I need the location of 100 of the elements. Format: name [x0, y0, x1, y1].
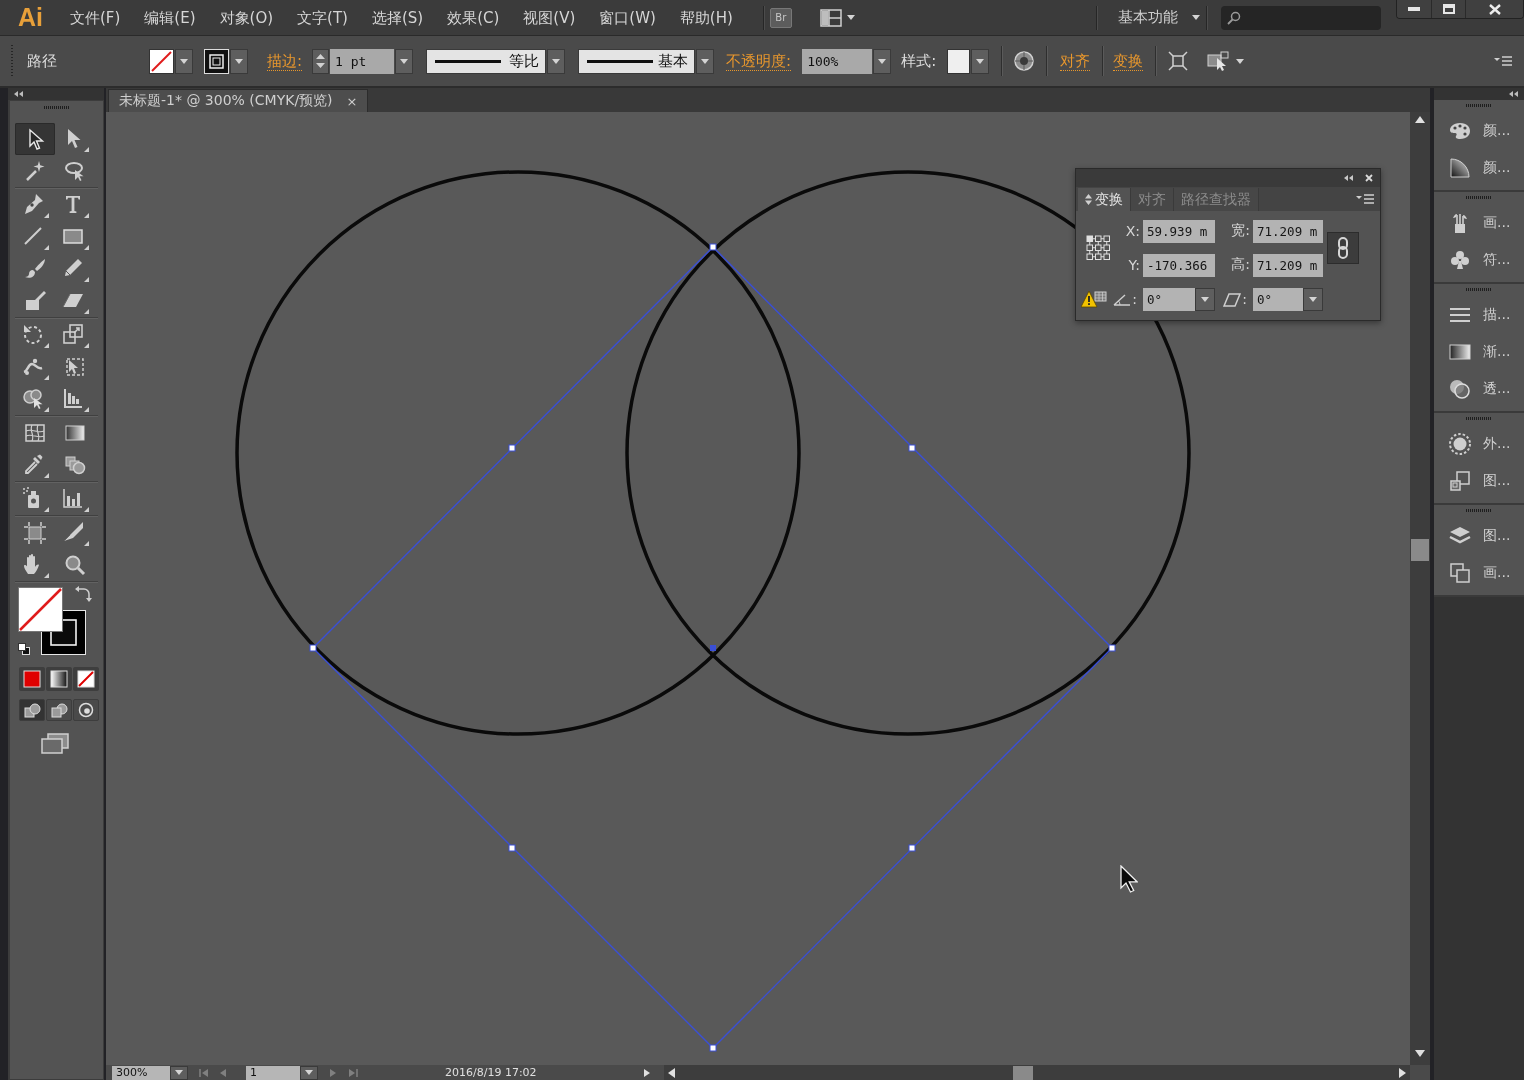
- zoom-field[interactable]: 300%: [112, 1065, 170, 1080]
- anchor-point[interactable]: [508, 444, 516, 452]
- grip-icon[interactable]: [1466, 288, 1492, 291]
- anchor-point[interactable]: [1108, 644, 1116, 652]
- down-arrow-icon[interactable]: [1415, 1050, 1425, 1057]
- dock-panel-button[interactable]: 画...: [1434, 204, 1524, 241]
- align-link[interactable]: 对齐: [1060, 51, 1091, 71]
- draw-mode-button[interactable]: [19, 699, 45, 721]
- menu-item[interactable]: 对象(O): [207, 3, 286, 32]
- stepper-button[interactable]: [312, 48, 330, 74]
- default-colors-icon[interactable]: [18, 643, 30, 655]
- dropdown-button[interactable]: [1303, 287, 1323, 311]
- menu-item[interactable]: 帮助(H): [667, 3, 745, 32]
- shear-angle-field[interactable]: 0°: [1253, 287, 1323, 311]
- tool-button[interactable]: [15, 123, 55, 155]
- brush-dropdown[interactable]: 基本: [578, 48, 696, 74]
- menu-item[interactable]: 编辑(E): [132, 3, 208, 32]
- stroke-link[interactable]: 描边:: [267, 51, 303, 71]
- document-tab[interactable]: 未标题-1* @ 300% (CMYK/预览) ×: [108, 89, 369, 112]
- opacity-field[interactable]: 100%: [802, 48, 873, 74]
- reference-point-grid-icon[interactable]: [1086, 235, 1110, 261]
- scrollbar-thumb[interactable]: [1411, 539, 1429, 561]
- dropdown-button[interactable]: [873, 48, 892, 74]
- up-arrow-icon[interactable]: [1415, 116, 1425, 123]
- transform-link[interactable]: 变换: [1113, 51, 1144, 71]
- close-tab-button[interactable]: ×: [346, 93, 358, 109]
- grip-icon[interactable]: [10, 45, 14, 77]
- dock-panel-button[interactable]: 颜...: [1434, 149, 1524, 186]
- anchor-point[interactable]: [709, 243, 717, 251]
- grip-icon[interactable]: [1466, 417, 1492, 420]
- close-icon[interactable]: [1365, 174, 1373, 182]
- value-field[interactable]: 71.209 m: [1253, 219, 1323, 243]
- dropdown-button[interactable]: [230, 48, 248, 74]
- minimize-button[interactable]: [1397, 0, 1431, 18]
- dropdown-button[interactable]: [547, 48, 566, 74]
- dock-panel-button[interactable]: 渐...: [1434, 333, 1524, 370]
- close-button[interactable]: [1465, 0, 1523, 18]
- dropdown-button[interactable]: [300, 1065, 318, 1080]
- stroke-swatch[interactable]: [204, 48, 229, 74]
- artboard-field[interactable]: 1: [246, 1065, 300, 1080]
- double-chevron-icon[interactable]: [1509, 91, 1518, 97]
- dropdown-button[interactable]: [1195, 287, 1215, 311]
- grip-icon[interactable]: [1466, 104, 1492, 107]
- fill-swatch[interactable]: [149, 48, 174, 74]
- menu-item[interactable]: 文字(T): [285, 3, 360, 32]
- dropdown-button[interactable]: [395, 48, 414, 74]
- menu-item[interactable]: 选择(S): [359, 3, 436, 32]
- dock-panel-button[interactable]: 符...: [1434, 241, 1524, 278]
- dock-panel-button[interactable]: 图...: [1434, 517, 1524, 554]
- dropdown-button[interactable]: [696, 48, 715, 74]
- opacity-link[interactable]: 不透明度:: [726, 51, 792, 71]
- width-profile-dropdown[interactable]: 等比: [426, 48, 547, 74]
- fill-swatch[interactable]: [18, 587, 63, 632]
- value-field[interactable]: 59.939 m: [1143, 219, 1215, 243]
- screen-mode-button[interactable]: [39, 732, 71, 756]
- workspace-switcher[interactable]: 基本功能: [1118, 8, 1206, 27]
- menu-item[interactable]: 窗口(W): [587, 3, 668, 32]
- color-mode-button[interactable]: [46, 667, 72, 691]
- dropdown-button[interactable]: [971, 48, 990, 74]
- anchor-point[interactable]: [309, 644, 317, 652]
- left-arrow-icon[interactable]: [668, 1067, 675, 1078]
- dock-panel-button[interactable]: 画...: [1434, 554, 1524, 591]
- scrollbar-thumb[interactable]: [1013, 1065, 1033, 1080]
- style-swatch[interactable]: [947, 48, 971, 74]
- double-chevron-icon[interactable]: [14, 91, 23, 97]
- panel-tab[interactable]: 变换: [1078, 188, 1131, 211]
- draw-mode-button[interactable]: [73, 699, 99, 721]
- color-mode-button[interactable]: [73, 667, 99, 691]
- dock-panel-button[interactable]: 外...: [1434, 425, 1524, 462]
- vertical-scrollbar[interactable]: [1410, 112, 1430, 1065]
- anchor-point[interactable]: [908, 844, 916, 852]
- search-field[interactable]: [1221, 5, 1381, 30]
- bridge-button[interactable]: Br: [769, 7, 792, 28]
- anchor-point[interactable]: [709, 1044, 717, 1052]
- menu-item[interactable]: 文件(F): [58, 3, 133, 32]
- anchor-point[interactable]: [508, 844, 516, 852]
- grip-icon[interactable]: [1466, 196, 1492, 199]
- dock-panel-button[interactable]: 图...: [1434, 462, 1524, 499]
- dock-panel-button[interactable]: 颜...: [1434, 112, 1524, 149]
- right-arrow-icon[interactable]: [1399, 1067, 1406, 1078]
- color-mode-button[interactable]: [19, 667, 45, 691]
- rotate-angle-field[interactable]: 0°: [1143, 287, 1215, 311]
- value-field[interactable]: 71.209 m: [1253, 253, 1323, 277]
- grip-icon[interactable]: [43, 106, 70, 109]
- dropdown-button[interactable]: [175, 48, 193, 74]
- double-chevron-icon[interactable]: [1344, 175, 1353, 181]
- anchor-point[interactable]: [908, 444, 916, 452]
- menu-item[interactable]: 效果(C): [435, 3, 512, 32]
- panel-menu-button[interactable]: [1356, 194, 1374, 204]
- value-field[interactable]: -170.366: [1143, 253, 1215, 277]
- menu-item[interactable]: 视图(V): [511, 3, 588, 32]
- link-toggle-button[interactable]: [1327, 232, 1359, 264]
- grip-icon[interactable]: [1466, 509, 1492, 512]
- maximize-button[interactable]: [1431, 0, 1465, 18]
- dropdown-button[interactable]: [170, 1065, 188, 1080]
- dock-panel-button[interactable]: 透...: [1434, 370, 1524, 407]
- swap-arrows-icon[interactable]: [75, 586, 92, 602]
- draw-mode-button[interactable]: [46, 699, 72, 721]
- stroke-weight-field[interactable]: 1 pt: [330, 48, 395, 74]
- horizontal-scrollbar[interactable]: [664, 1065, 1410, 1080]
